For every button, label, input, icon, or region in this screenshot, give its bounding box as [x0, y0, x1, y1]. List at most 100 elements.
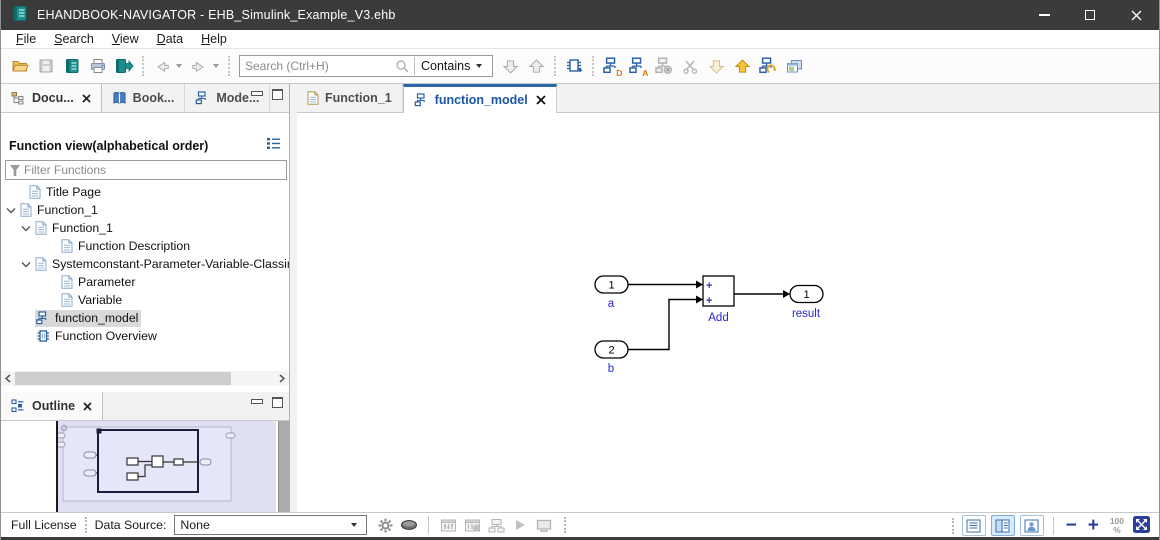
- chevron-down-icon[interactable]: [6, 207, 16, 214]
- chevron-down-icon[interactable]: [21, 225, 31, 232]
- cut-connections-button[interactable]: [677, 53, 703, 79]
- calibration-window-button[interactable]: [436, 514, 460, 536]
- tab-documents[interactable]: Docu...: [1, 84, 102, 112]
- search-group: Contains: [239, 55, 494, 77]
- ecu-icon: [401, 520, 418, 530]
- calibration-close-button[interactable]: [460, 514, 484, 536]
- cascade-windows-button[interactable]: [781, 53, 807, 79]
- single-page-view-button[interactable]: [961, 515, 986, 536]
- add-model-view-button[interactable]: [561, 53, 587, 79]
- minimize-button[interactable]: [1021, 0, 1067, 30]
- match-mode-dropdown[interactable]: Contains: [419, 59, 492, 73]
- model-labels-button[interactable]: A: [625, 53, 651, 79]
- outline-thumbnail[interactable]: [56, 421, 276, 512]
- zoom-out-button[interactable]: −: [1063, 516, 1080, 535]
- open-ebook-button[interactable]: [59, 53, 85, 79]
- tree-item-systemconstant[interactable]: Systemconstant-Parameter-Variable-Classi…: [1, 255, 289, 273]
- close-icon[interactable]: [536, 95, 546, 105]
- scissors-icon: [683, 59, 698, 74]
- document-icon: [61, 275, 73, 289]
- experiment-button[interactable]: [484, 514, 508, 536]
- badge-d: D: [616, 67, 623, 78]
- data-source-dropdown[interactable]: None: [174, 515, 368, 535]
- split-view-button[interactable]: [990, 515, 1015, 536]
- scroll-right-icon[interactable]: [275, 374, 289, 383]
- filter-functions-input[interactable]: [24, 162, 286, 178]
- menu-data[interactable]: Data: [148, 31, 192, 47]
- forward-button[interactable]: [186, 53, 212, 79]
- model-glyph-icon: [414, 93, 425, 107]
- scroll-left-icon[interactable]: [1, 374, 15, 383]
- tab-function-1[interactable]: Function_1: [297, 84, 403, 112]
- document-icon: [35, 221, 47, 235]
- tree-horizontal-scrollbar[interactable]: [1, 371, 289, 386]
- back-button[interactable]: [149, 53, 175, 79]
- export-ebook-button[interactable]: [111, 53, 137, 79]
- tab-outline[interactable]: Outline: [1, 392, 104, 420]
- model-canvas[interactable]: 1 a 2 b + + Add 1 result: [297, 113, 1159, 512]
- ecu-button[interactable]: [397, 514, 421, 536]
- tree-item-variable[interactable]: Variable: [1, 291, 289, 309]
- chevron-down-icon[interactable]: [21, 261, 31, 268]
- down-arrow-icon: [502, 59, 519, 74]
- zoom-level[interactable]: 100 %: [1107, 516, 1127, 535]
- scrollbar-thumb[interactable]: [15, 372, 231, 385]
- fit-to-screen-button[interactable]: [1132, 515, 1151, 537]
- print-button[interactable]: [85, 53, 111, 79]
- inport-a-label: a: [608, 298, 615, 310]
- panel-minimize-icon[interactable]: [251, 89, 263, 99]
- close-button[interactable]: [1113, 0, 1159, 30]
- jump-down-button[interactable]: [497, 53, 523, 79]
- tree-item-parameter[interactable]: Parameter: [1, 273, 289, 291]
- tree-item-function-model[interactable]: function_model: [1, 309, 289, 327]
- jump-up-button[interactable]: [523, 53, 549, 79]
- sum-block[interactable]: + + Add: [702, 275, 735, 324]
- tree-item-function-overview[interactable]: Function Overview: [1, 327, 289, 345]
- tree-item-function-1[interactable]: Function_1: [1, 201, 289, 219]
- save-button[interactable]: [33, 53, 59, 79]
- inport-a-block[interactable]: 1 a: [594, 275, 629, 310]
- tree-item-function-description[interactable]: Function Description: [1, 237, 289, 255]
- model-data-button[interactable]: D: [599, 53, 625, 79]
- settings-button[interactable]: [373, 514, 397, 536]
- tree-item-title-page[interactable]: Title Page: [1, 183, 289, 201]
- close-icon[interactable]: [82, 93, 91, 103]
- outport-result-block[interactable]: 1 result: [789, 284, 824, 321]
- tree-item-function-1-child[interactable]: Function_1: [1, 219, 289, 237]
- model-hide-button[interactable]: [651, 53, 677, 79]
- menu-view[interactable]: View: [103, 31, 148, 47]
- search-input[interactable]: [240, 57, 395, 75]
- zoom-in-button[interactable]: +: [1085, 516, 1102, 535]
- contact-view-button[interactable]: [1019, 515, 1044, 536]
- tab-function-model[interactable]: function_model: [402, 84, 557, 113]
- back-dropdown-icon[interactable]: [176, 64, 182, 68]
- tab-function-1-label: Function_1: [325, 91, 392, 105]
- menu-search[interactable]: Search: [45, 31, 103, 47]
- app-icon: [12, 5, 29, 25]
- outline-scrollbar[interactable]: [278, 421, 289, 512]
- panel-splitter[interactable]: [290, 84, 297, 512]
- close-icon[interactable]: [83, 401, 92, 411]
- panel-maximize-icon[interactable]: [272, 89, 283, 100]
- menu-help[interactable]: Help: [192, 31, 236, 47]
- save-icon: [39, 59, 53, 73]
- tab-bookmarks[interactable]: Book...: [102, 84, 186, 112]
- outline-content: [1, 421, 289, 512]
- maximize-button[interactable]: [1067, 0, 1113, 30]
- filter-funnel-icon: [10, 164, 20, 176]
- expand-up-button[interactable]: [729, 53, 755, 79]
- forward-dropdown-icon[interactable]: [213, 64, 219, 68]
- svg-text:+: +: [706, 280, 712, 292]
- menu-file[interactable]: File: [7, 31, 45, 47]
- run-button[interactable]: [508, 514, 532, 536]
- inport-b-block[interactable]: 2 b: [594, 340, 629, 375]
- view-options-icon[interactable]: [266, 137, 281, 153]
- panel-maximize-icon[interactable]: [272, 397, 283, 408]
- open-file-button[interactable]: [7, 53, 33, 79]
- refresh-model-button[interactable]: [755, 53, 781, 79]
- play-icon: [516, 520, 526, 530]
- inport-b-label: b: [608, 363, 614, 375]
- panel-minimize-icon[interactable]: [251, 397, 263, 407]
- collapse-down-button[interactable]: [703, 53, 729, 79]
- stop-button[interactable]: [532, 514, 556, 536]
